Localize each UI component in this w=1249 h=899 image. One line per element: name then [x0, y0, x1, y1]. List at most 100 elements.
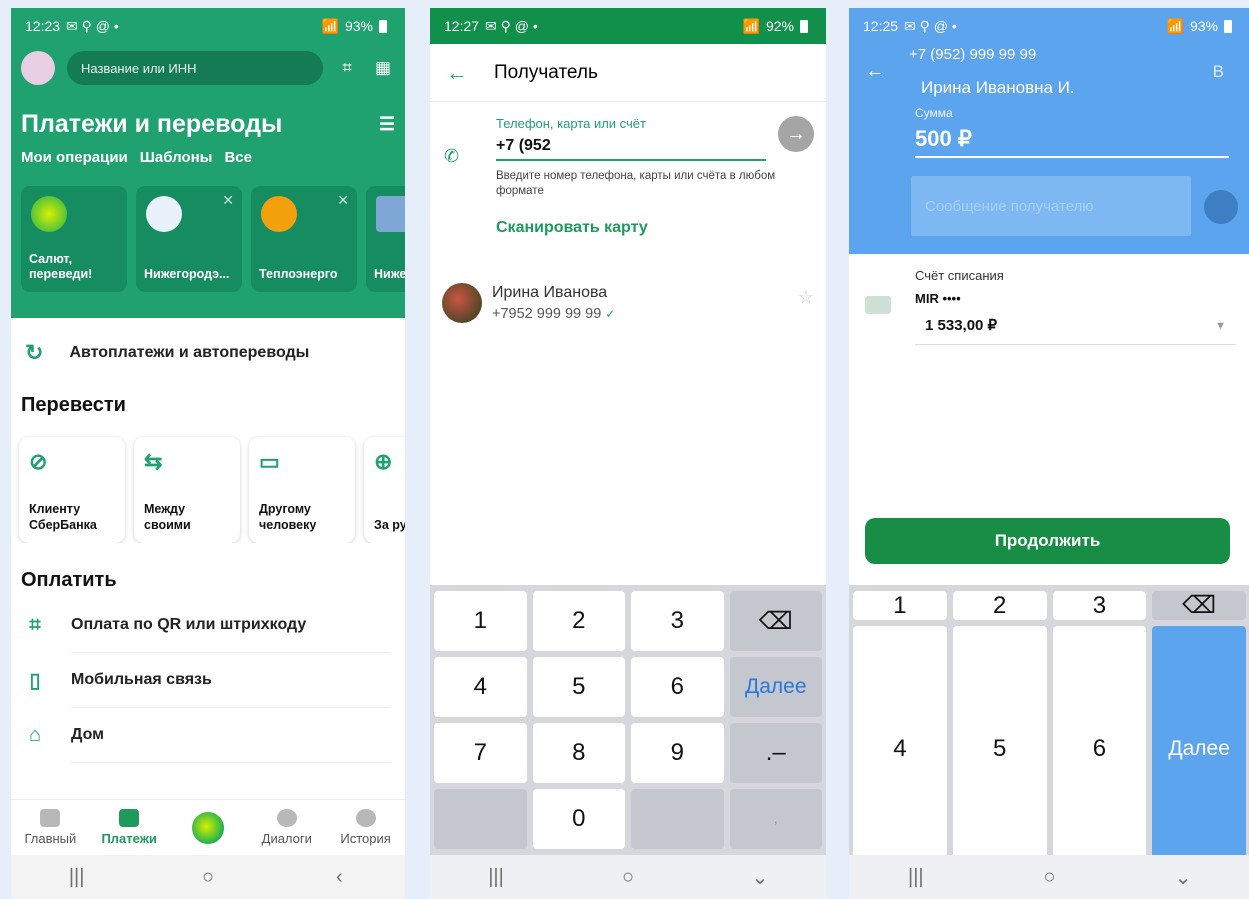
key-1[interactable]: 1	[434, 591, 527, 651]
qr-scan-icon[interactable]: ⌗	[335, 58, 359, 78]
nav-label: Диалоги	[261, 831, 312, 846]
globe-icon: ⊕	[374, 449, 393, 474]
phone-icon: ✆	[444, 146, 460, 166]
key-7[interactable]: 7	[434, 723, 527, 783]
pay-row-label: Оплата по QR или штрихкоду	[71, 598, 391, 653]
status-time: 12:23	[25, 18, 61, 34]
key-2[interactable]: 2	[532, 591, 625, 651]
scan-card-link[interactable]: Сканировать карту	[430, 199, 826, 237]
back-arrow-icon[interactable]: ←	[446, 60, 468, 86]
hide-keyboard-icon[interactable]: ⌄	[1163, 865, 1203, 890]
account-selector[interactable]: Счёт списания MIR •••• 1 533,00 ₽ ▼	[849, 254, 1249, 345]
key-5[interactable]: 5	[952, 626, 1047, 872]
microphone-icon[interactable]	[1204, 190, 1238, 224]
card-label: переведи!	[29, 267, 93, 281]
salut-orb-icon	[191, 811, 224, 844]
recipient-input[interactable]: +7 (952	[496, 131, 766, 161]
key-6[interactable]: 6	[1052, 626, 1147, 872]
nav-payments[interactable]: Платежи	[94, 809, 164, 846]
close-icon[interactable]: ✕	[337, 192, 349, 209]
dropdown-icon[interactable]: ▼	[1215, 320, 1226, 332]
message-input[interactable]: Сообщение получателю	[911, 176, 1191, 236]
card-teploenergo[interactable]: ✕ Теплоэнерго	[251, 186, 357, 292]
recent-apps-icon[interactable]: |||	[476, 866, 516, 889]
grid-icon[interactable]: ▦	[371, 58, 395, 78]
nav-history[interactable]: История	[331, 809, 401, 846]
signal-icon: 📶	[742, 17, 760, 34]
star-icon[interactable]: ☆	[798, 287, 814, 308]
list-icon[interactable]: ☰	[379, 114, 395, 135]
tile-between-own[interactable]: ⇆ Между своими	[134, 437, 240, 543]
key-3[interactable]: 3	[1052, 591, 1147, 620]
autopay-row[interactable]: ↻ Автоплатежи и автопереводы	[11, 318, 405, 388]
key-5[interactable]: 5	[532, 657, 625, 717]
home-button-icon[interactable]: ○	[608, 866, 648, 889]
tab-templates[interactable]: Шаблоны	[140, 149, 213, 166]
home-button-icon[interactable]: ○	[188, 866, 228, 889]
symbol-key[interactable]: .–	[729, 723, 822, 783]
pay-mobile-row[interactable]: ▯ Мобильная связь	[11, 653, 405, 708]
recent-apps-icon[interactable]: |||	[57, 866, 97, 889]
key-1[interactable]: 1	[853, 591, 947, 620]
tile-other-person[interactable]: ▭ Другому человеку	[249, 437, 355, 543]
card-salut[interactable]: Салют, переведи!	[21, 186, 127, 292]
key-4[interactable]: 4	[853, 626, 947, 872]
card-nizhegorodenergo[interactable]: ✕ Нижегородэ...	[136, 186, 242, 292]
tile-label: Клиенту	[29, 502, 81, 516]
tile-abroad[interactable]: ⊕ За ру(	[364, 437, 405, 543]
backspace-key[interactable]: ⌫	[1152, 591, 1246, 620]
sum-label: Сумма	[915, 106, 953, 120]
pay-home-row[interactable]: ⌂ Дом	[11, 708, 405, 763]
tab-all[interactable]: Все	[224, 149, 252, 166]
comma-key[interactable]: ,	[729, 789, 822, 849]
contact-suggestion[interactable]: Ирина Иванова +7952 999 99 99 ✓ ☆	[430, 237, 826, 323]
battery-level: 93%	[1189, 18, 1218, 34]
mobile-phone-icon: ▯	[29, 670, 41, 692]
key-8[interactable]: 8	[532, 723, 625, 783]
key-2[interactable]: 2	[952, 591, 1047, 620]
signal-icon: 📶	[1166, 17, 1184, 34]
key-3[interactable]: 3	[631, 591, 724, 651]
field-label: Телефон, карта или счёт	[496, 116, 646, 131]
key-6[interactable]: 6	[631, 657, 724, 717]
nav-label: Платежи	[101, 831, 157, 846]
system-nav-bar: ||| ○ ⌄	[849, 855, 1249, 899]
transfer-amount-screen: 12:25 ✉ ⚲ @ • 📶 93% ← +7 (952) 999 99 99 И…	[849, 8, 1249, 899]
account-label: Счёт списания	[915, 268, 1004, 283]
tile-sber-client[interactable]: ⊘ Клиенту СберБанка	[19, 437, 125, 543]
page-title: Платежи и переводы	[21, 110, 283, 138]
next-arrow-button[interactable]: →	[778, 116, 814, 152]
key-0[interactable]: 0	[532, 789, 625, 849]
refresh-icon: ↻	[25, 340, 44, 365]
page-title: Получатель	[494, 61, 598, 83]
status-bar: 12:23 ✉ ⚲ @ • 📶 93%	[11, 8, 405, 44]
nav-dialogs[interactable]: Диалоги	[252, 809, 322, 846]
continue-button[interactable]: Продолжить	[865, 518, 1230, 564]
key-4[interactable]: 4	[434, 657, 527, 717]
close-icon[interactable]: ✕	[222, 192, 234, 209]
tab-my-operations[interactable]: Мои операции	[21, 149, 128, 166]
back-arrow-icon[interactable]: ←	[865, 60, 885, 83]
payments-header: 12:23 ✉ ⚲ @ • 📶 93% Название или ИНН ⌗ ▦ П…	[11, 8, 405, 318]
payments-screen: 12:23 ✉ ⚲ @ • 📶 93% Название или ИНН ⌗ ▦ П…	[11, 8, 405, 899]
check-circle-icon: ⊘	[29, 449, 48, 474]
avatar[interactable]	[21, 51, 55, 85]
backspace-key[interactable]: ⌫	[729, 591, 822, 651]
card-nizhe[interactable]: Ниже	[366, 186, 405, 292]
bank-card-icon	[865, 296, 891, 314]
search-input[interactable]: Название или ИНН	[67, 51, 323, 85]
recent-apps-icon[interactable]: |||	[896, 866, 936, 889]
next-key[interactable]: Далее	[729, 657, 822, 717]
pay-qr-row[interactable]: ⌗ Оплата по QR или штрихкоду	[11, 598, 405, 653]
card-balance: 1 533,00 ₽	[915, 306, 1236, 345]
back-icon[interactable]: ‹	[319, 866, 359, 889]
home-button-icon[interactable]: ○	[1029, 866, 1069, 889]
next-key[interactable]: Далее	[1152, 626, 1246, 872]
nav-salut[interactable]	[173, 811, 243, 844]
hide-keyboard-icon[interactable]: ⌄	[740, 865, 780, 890]
key-9[interactable]: 9	[631, 723, 724, 783]
nav-main[interactable]: Главный	[15, 809, 85, 846]
contact-avatar	[442, 283, 482, 323]
payments-sheet: ↻ Автоплатежи и автопереводы Перевести ⊘ К…	[11, 318, 405, 855]
sum-input[interactable]: 500 ₽	[915, 126, 1229, 158]
